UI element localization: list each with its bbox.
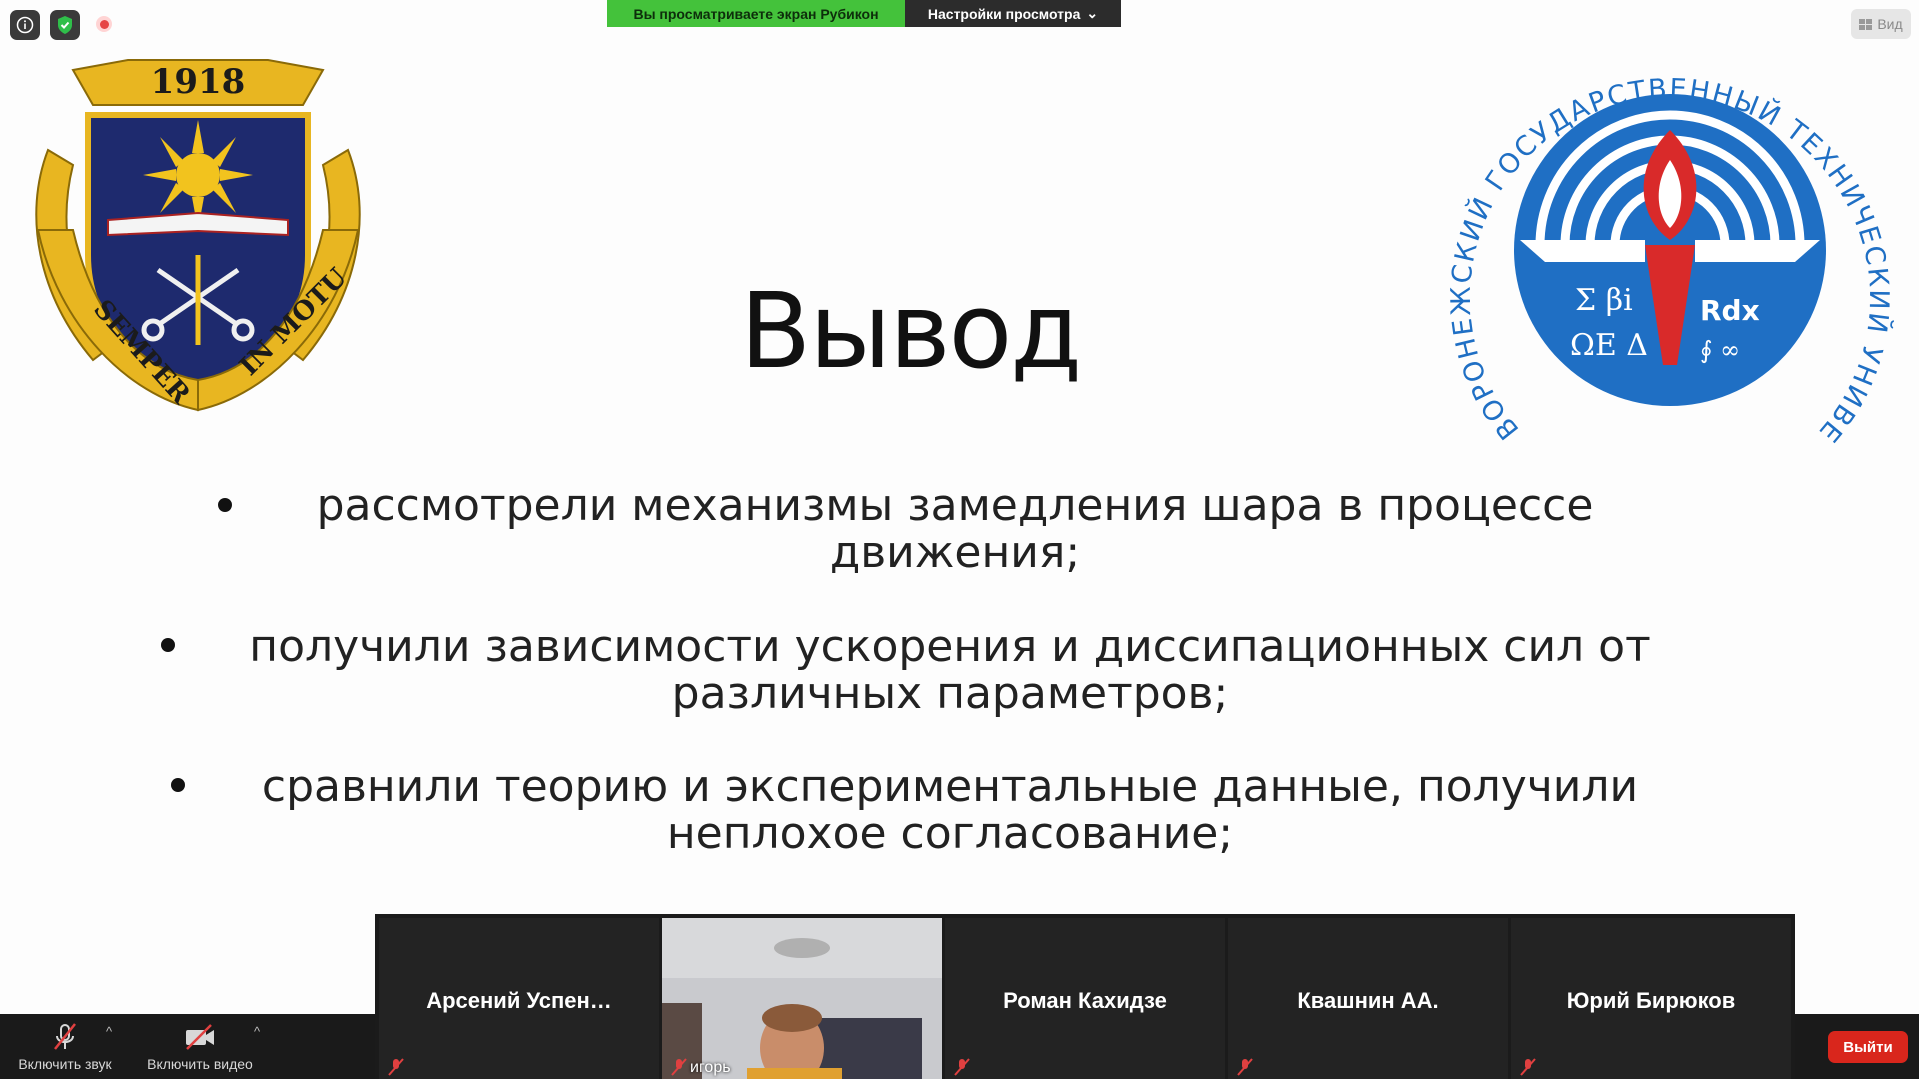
meeting-toolbar-right: Выйти xyxy=(1795,1014,1919,1079)
muted-mic-icon xyxy=(1237,1058,1253,1076)
meeting-toolbar: Включить звук ^ Включить видео ^ xyxy=(0,1014,375,1079)
share-status-label: Вы просматриваете экран Рубикон xyxy=(607,0,905,27)
bullet-3-line-2: неплохое согласование; xyxy=(666,808,1234,859)
svg-text:Σ βi: Σ βi xyxy=(1575,283,1633,318)
participant-tile[interactable]: Арсений Успен… xyxy=(379,918,659,1079)
muted-mic-icon xyxy=(54,1023,76,1050)
video-options-caret-icon[interactable]: ^ xyxy=(254,1024,260,1039)
unmute-button[interactable]: Включить звук xyxy=(10,1022,120,1072)
leave-meeting-button[interactable]: Выйти xyxy=(1828,1031,1908,1063)
participant-name: Юрий Бирюков xyxy=(1566,988,1736,1013)
participant-tile[interactable]: Роман Кахидзе xyxy=(945,918,1225,1079)
vgtu-logo: ВОРОНЕЖСКИЙ ГОСУДАРСТВЕННЫЙ ТЕХНИЧЕСКИЙ … xyxy=(1425,0,1893,445)
participant-video-tile[interactable]: игорь xyxy=(662,918,942,1079)
muted-mic-icon xyxy=(1520,1058,1536,1076)
svg-text:ΩE Δ: ΩE Δ xyxy=(1570,328,1648,363)
crest-year-text: 1918 xyxy=(151,62,246,102)
bullet-dot xyxy=(161,638,175,652)
svg-text:∮ ∞: ∮ ∞ xyxy=(1700,336,1740,364)
muted-mic-icon xyxy=(388,1058,404,1076)
start-video-button[interactable]: Включить видео xyxy=(140,1022,260,1072)
bullet-dot xyxy=(218,498,232,512)
participant-video-feed xyxy=(662,918,942,1079)
unmute-label: Включить звук xyxy=(18,1056,112,1072)
bullet-1-line-1: рассмотрели механизмы замедления шара в … xyxy=(316,480,1594,531)
slide-title: Вывод xyxy=(739,270,1082,392)
participant-name: Квашнин АА. xyxy=(1297,988,1439,1013)
bullet-dot xyxy=(171,778,185,792)
screen-share-banner: Вы просматриваете экран Рубикон Настройк… xyxy=(607,0,1121,27)
video-off-icon xyxy=(186,1024,214,1050)
muted-mic-icon xyxy=(671,1058,687,1076)
start-video-label: Включить видео xyxy=(147,1056,253,1072)
participant-name: Арсений Успен… xyxy=(426,988,612,1013)
bullet-2-line-1: получили зависимости ускорения и диссипа… xyxy=(249,621,1651,672)
university-crest-logo: 1918 SEMPER IN MOTU xyxy=(35,59,361,412)
participant-strip: Арсений Успен… игорь Роман Кахидзе Квашн… xyxy=(375,914,1795,1079)
bullet-1-line-2: движения; xyxy=(829,527,1081,578)
chevron-down-icon: ⌄ xyxy=(1086,5,1099,21)
view-settings-label: Настройки просмотра xyxy=(927,5,1081,22)
muted-mic-icon xyxy=(954,1058,970,1076)
audio-options-caret-icon[interactable]: ^ xyxy=(106,1024,112,1039)
svg-text:Rdx: Rdx xyxy=(1700,294,1760,327)
participant-tile[interactable]: Квашнин АА. xyxy=(1228,918,1508,1079)
participant-tile[interactable]: Юрий Бирюков xyxy=(1511,918,1791,1079)
participant-name: игорь xyxy=(690,1059,731,1076)
bullet-2-line-2: различных параметров; xyxy=(671,668,1229,719)
bullet-3-line-1: сравнили теорию и экспериментальные данн… xyxy=(261,761,1639,812)
participant-name: Роман Кахидзе xyxy=(1003,988,1167,1013)
view-settings-button[interactable]: Настройки просмотра ⌄ xyxy=(905,0,1121,27)
